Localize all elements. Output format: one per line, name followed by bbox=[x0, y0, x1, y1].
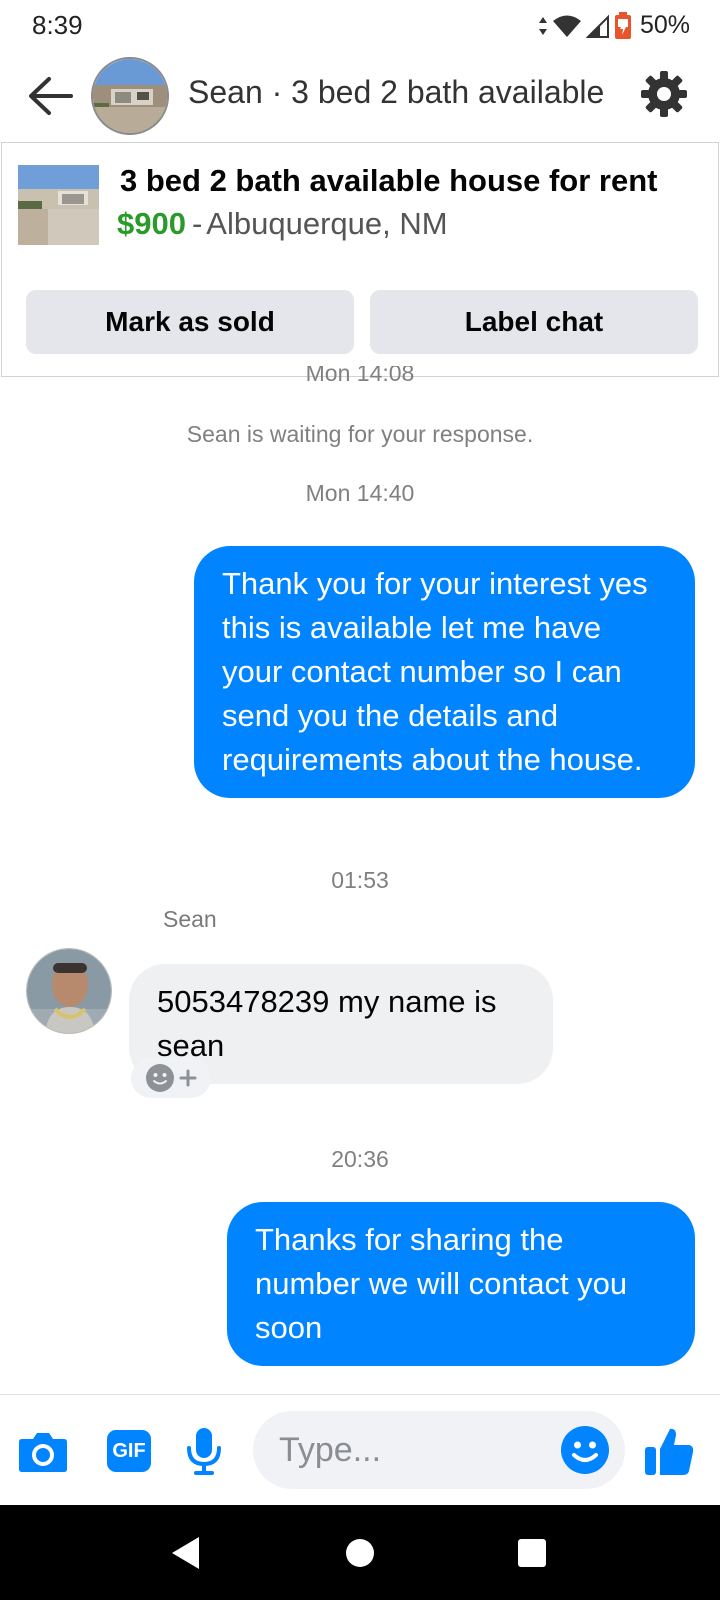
sender-avatar[interactable] bbox=[26, 948, 112, 1034]
label-chat-button[interactable]: Label chat bbox=[370, 290, 698, 354]
battery-percent: 50% bbox=[639, 11, 690, 39]
status-icons: 50% bbox=[538, 11, 690, 40]
waiting-notice: Sean is waiting for your response. bbox=[186, 421, 534, 447]
header-avatar[interactable] bbox=[91, 57, 169, 135]
voice-button[interactable] bbox=[176, 1423, 232, 1479]
gif-button[interactable]: GIF bbox=[101, 1423, 157, 1479]
listing-title[interactable]: 3 bed 2 bath available house for rent bbox=[120, 163, 657, 199]
conversation-header: Sean · 3 bed 2 bath available bbox=[0, 52, 720, 140]
gear-icon bbox=[641, 71, 687, 117]
nav-recents-icon bbox=[518, 1539, 546, 1567]
sender-name: Sean bbox=[163, 906, 217, 932]
microphone-icon bbox=[187, 1428, 221, 1475]
battery-icon bbox=[614, 11, 631, 39]
nav-back-icon bbox=[172, 1537, 199, 1569]
profile-photo-icon bbox=[27, 949, 111, 1033]
listing-thumbnail[interactable] bbox=[18, 165, 99, 245]
add-reaction-button[interactable] bbox=[131, 1058, 211, 1098]
composer: GIF bbox=[0, 1395, 720, 1505]
emoji-icon bbox=[146, 1064, 174, 1092]
listing-card[interactable]: 3 bed 2 bath available house for rent $9… bbox=[1, 142, 719, 377]
outgoing-message[interactable]: Thank you for your interest yes this is … bbox=[194, 546, 695, 798]
nav-home-button[interactable] bbox=[340, 1533, 380, 1573]
listing-location: Albuquerque, NM bbox=[206, 206, 448, 241]
camera-icon bbox=[19, 1433, 67, 1472]
listing-separator: - bbox=[191, 206, 203, 241]
house-photo-icon bbox=[93, 59, 167, 133]
mark-as-sold-button[interactable]: Mark as sold bbox=[26, 290, 354, 354]
status-time: 8:39 bbox=[32, 10, 83, 40]
timestamp: 20:36 bbox=[331, 1146, 389, 1172]
signal-icon bbox=[585, 14, 609, 38]
status-bar: 8:39 50% bbox=[0, 0, 720, 52]
conversation-title[interactable]: Sean · 3 bed 2 bath available bbox=[188, 74, 604, 111]
back-button[interactable] bbox=[24, 70, 76, 122]
emoji-button[interactable] bbox=[560, 1425, 610, 1475]
thumbs-up-icon bbox=[645, 1428, 694, 1475]
timestamp-clipped: Mon 14:08 bbox=[0, 366, 720, 384]
nav-recents-button[interactable] bbox=[512, 1533, 552, 1573]
nav-home-icon bbox=[346, 1539, 374, 1567]
house-photo-icon bbox=[18, 165, 99, 245]
camera-button[interactable] bbox=[15, 1423, 71, 1479]
data-arrows-icon bbox=[538, 16, 547, 35]
wifi-icon bbox=[552, 15, 581, 37]
emoji-icon bbox=[561, 1426, 609, 1474]
like-button[interactable] bbox=[641, 1423, 697, 1479]
settings-button[interactable] bbox=[636, 66, 692, 122]
plus-icon bbox=[179, 1069, 197, 1087]
outgoing-message[interactable]: Thanks for sharing the number we will co… bbox=[227, 1202, 695, 1366]
timestamp: 01:53 bbox=[331, 867, 389, 893]
timestamp: Mon 14:40 bbox=[305, 480, 415, 506]
back-arrow-icon bbox=[29, 77, 73, 115]
listing-price: $900 bbox=[117, 206, 186, 241]
system-navigation-bar bbox=[0, 1505, 720, 1600]
timestamp-clipped-text: Mon 14:08 bbox=[305, 366, 415, 384]
gif-label: GIF bbox=[112, 1440, 146, 1462]
nav-back-button[interactable] bbox=[165, 1533, 205, 1573]
listing-subtitle: $900- Albuquerque, NM bbox=[117, 206, 448, 242]
